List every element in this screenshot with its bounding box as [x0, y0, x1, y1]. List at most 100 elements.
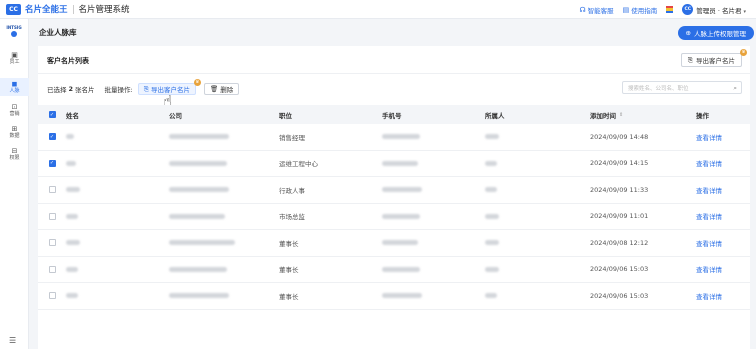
view-details-link[interactable]: 查看详情: [696, 132, 750, 142]
data-icon: ⊞: [11, 125, 18, 133]
guide-link[interactable]: ▤ 使用指南: [623, 5, 658, 15]
support-link[interactable]: ☊ 智能客服: [579, 5, 613, 15]
phone-blurred: [382, 266, 420, 272]
table-body: ✓ 销售经理 2024/09/09 14:48 查看详情 ✓ 运维工程中心 2024/09/…: [38, 124, 750, 310]
time-cell: 2024/09/09 11:33: [590, 185, 649, 194]
search-placeholder: 搜索姓名、公司名、职位: [628, 85, 689, 92]
search-icon[interactable]: ⌕: [733, 84, 737, 93]
company-blurred: [169, 160, 227, 166]
sidebar-item-staff[interactable]: ▣ 员工: [0, 49, 29, 67]
sidebar-item-data[interactable]: ⊞ 数据: [0, 123, 29, 141]
sidebar-item-label: 员工: [9, 59, 20, 65]
flag-icon[interactable]: [666, 6, 674, 13]
view-details-link[interactable]: 查看详情: [696, 185, 750, 195]
marketing-icon: ⊡: [11, 103, 18, 111]
customer-table: ✓ 姓名 公司 职位 手机号 所属人 添加时间 ⇕ 操作 ✓ 销售经理 2024/0…: [38, 105, 750, 310]
name-blurred: [66, 134, 74, 140]
admin-menu[interactable]: 管理员 · 名片君 ▾: [696, 5, 746, 15]
company-logo-text: INTSIG: [6, 25, 22, 30]
view-details-link[interactable]: 查看详情: [696, 264, 750, 274]
sidebar-item-label: 权限: [9, 155, 20, 161]
upload-permission-button[interactable]: ⊕ 人脉上传权限管理: [677, 26, 754, 40]
company-logo-badge-icon: [11, 31, 17, 37]
column-header-name: 姓名: [66, 111, 79, 120]
row-checkbox[interactable]: [48, 186, 56, 194]
header-divider: [72, 4, 74, 14]
avatar[interactable]: CC: [682, 4, 694, 15]
card-title: 客户名片列表: [47, 57, 89, 65]
owner-blurred: [485, 266, 499, 272]
position-cell: 行政人事: [279, 186, 305, 195]
page-title-bar: 企业人脉库 ⊕ 人脉上传权限管理: [29, 19, 756, 45]
export-all-button[interactable]: ⎘ 导出客户名片: [680, 53, 742, 67]
view-details-link[interactable]: 查看详情: [696, 291, 750, 301]
sidebar-item-permission[interactable]: ⊟ 权限: [0, 145, 29, 163]
book-icon: ▤: [622, 5, 630, 14]
view-details-link[interactable]: 查看详情: [696, 238, 750, 248]
permission-icon: ⊟: [11, 147, 18, 155]
time-cell: 2024/09/06 15:03: [590, 291, 649, 300]
name-blurred: [66, 187, 80, 193]
select-all-checkbox[interactable]: ✓: [48, 111, 56, 118]
sidebar-item-label: 人脉: [9, 88, 20, 94]
row-checkbox[interactable]: [48, 212, 56, 220]
sort-icon[interactable]: ⇕: [619, 112, 623, 118]
owner-blurred: [485, 134, 499, 140]
row-checkbox[interactable]: [48, 292, 56, 300]
owner-blurred: [485, 160, 497, 166]
row-checkbox[interactable]: ✓: [48, 133, 56, 141]
delete-label: 删除: [220, 86, 234, 94]
sidebar-item-label: 数据: [9, 133, 20, 139]
column-header-action: 操作: [696, 111, 709, 120]
company-blurred: [169, 134, 229, 140]
row-checkbox[interactable]: [48, 239, 56, 247]
headset-icon: ☊: [579, 5, 586, 14]
row-checkbox[interactable]: ✓: [48, 159, 56, 167]
table-header: ✓ 姓名 公司 职位 手机号 所属人 添加时间 ⇕ 操作: [38, 105, 750, 124]
app-logo[interactable]: CC: [6, 3, 21, 15]
position-cell: 董事长: [279, 266, 299, 275]
header-right: ☊ 智能客服 ▤ 使用指南 CC 管理员 · 名片君 ▾: [579, 0, 756, 19]
phone-blurred: [382, 187, 422, 193]
time-cell: 2024/09/06 15:03: [590, 265, 649, 274]
name-blurred: [66, 266, 78, 272]
name-blurred: [66, 293, 78, 299]
time-cell: 2024/09/09 14:48: [590, 132, 649, 141]
column-header-time[interactable]: 添加时间 ⇕: [590, 110, 696, 120]
crown-icon: ♛: [193, 79, 201, 86]
top-header: CC 名片全能王 名片管理系统 ☊ 智能客服 ▤ 使用指南 CC 管理员 · 名…: [0, 0, 756, 19]
phone-blurred: [382, 213, 420, 219]
column-header-company: 公司: [169, 111, 182, 120]
table-row: 董事长 2024/09/06 15:03 查看详情: [38, 283, 750, 310]
batch-toolbar: 已选择 2 张名片 批量操作: ⎘ 导出客户名片 ♛ 🗑 删除: [47, 79, 240, 95]
company-logo: INTSIG: [4, 25, 24, 37]
position-cell: 销售经理: [279, 133, 305, 142]
support-label: 智能客服: [587, 6, 614, 15]
phone-blurred: [382, 240, 418, 246]
position-cell: 市场总监: [279, 213, 305, 222]
app-name: 名片全能王: [25, 5, 68, 15]
owner-blurred: [485, 187, 497, 193]
admin-label: 管理员 · 名片君: [696, 6, 742, 15]
system-name: 名片管理系统: [78, 5, 130, 15]
sidebar-item-contacts[interactable]: ◼ 人脉: [0, 78, 29, 96]
staff-icon: ▣: [11, 51, 18, 59]
delete-button[interactable]: 🗑 删除: [203, 83, 240, 95]
column-header-time-label: 添加时间: [590, 111, 616, 120]
chevron-down-icon: ▾: [743, 8, 746, 15]
sidebar-item-marketing[interactable]: ⊡ 营销: [0, 101, 29, 119]
view-details-link[interactable]: 查看详情: [696, 158, 750, 168]
row-checkbox[interactable]: [48, 265, 56, 273]
column-header-owner: 所属人: [485, 111, 505, 120]
owner-blurred: [485, 213, 499, 219]
name-blurred: [66, 160, 76, 166]
selected-count: 2: [68, 85, 74, 93]
view-details-link[interactable]: 查看详情: [696, 211, 750, 221]
company-blurred: [169, 293, 229, 299]
search-input[interactable]: 搜索姓名、公司名、职位 ⌕: [622, 81, 742, 94]
company-blurred: [169, 187, 229, 193]
position-cell: 董事长: [279, 292, 299, 301]
time-cell: 2024/09/08 12:12: [590, 238, 649, 247]
collapse-menu-icon[interactable]: ☰: [9, 336, 16, 345]
owner-blurred: [485, 240, 499, 246]
